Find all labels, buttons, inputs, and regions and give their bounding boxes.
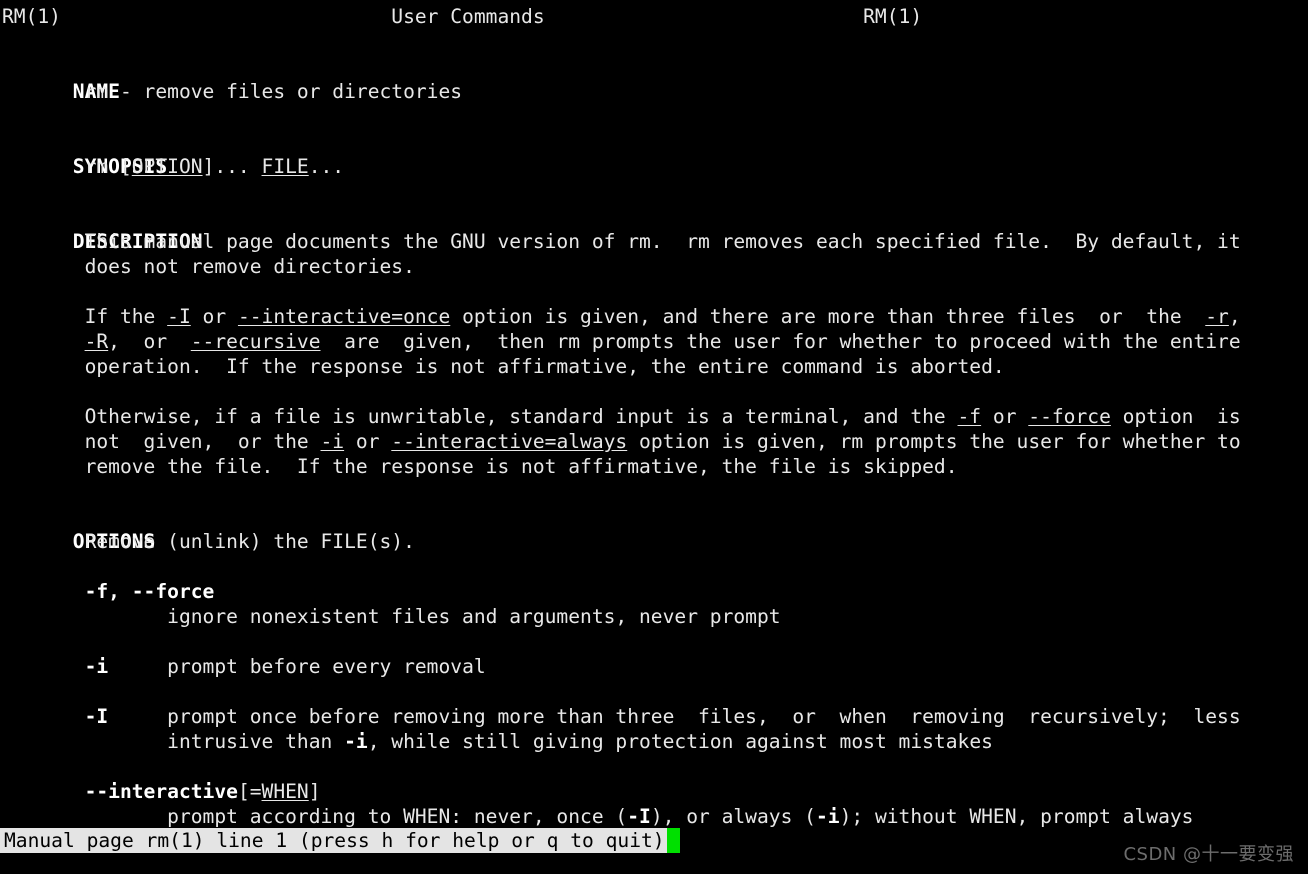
text-run: option is given, and there are more than…: [450, 305, 1206, 328]
description-para3-line1: Otherwise, if a file is unwritable, stan…: [0, 404, 1308, 429]
option-entry-interactive-flag: --interactive[=WHEN]: [0, 779, 1308, 804]
option-desc-capital-i-line1: prompt once before removing more than th…: [108, 705, 1241, 728]
man-header-line: RM(1) User Commands RM(1): [2, 5, 923, 28]
option-ref-capital-i: -I: [167, 305, 191, 328]
option-when-bracket-close: ]: [308, 780, 321, 803]
option-entry-force-flag: -f, --force: [0, 579, 1308, 604]
description-para3-line3: remove the file. If the response is not …: [2, 455, 958, 478]
section-heading-name: NAME: [0, 54, 1308, 103]
section-heading-description: DESCRIPTION: [0, 204, 1308, 253]
text-run: or: [344, 430, 392, 453]
synopsis-command: rm: [2, 155, 120, 178]
text-run: ,: [1228, 305, 1241, 328]
option-ref-lower-f: -f: [957, 405, 982, 428]
text-run: prompt according to WHEN: never, once (: [2, 805, 628, 828]
description-line-1: This manual page documents the GNU versi…: [2, 230, 1241, 253]
text-run: ), or always (: [650, 805, 816, 828]
option-flag-lower-i: -i: [84, 655, 109, 678]
option-ref-interactive-once: --interactive=once: [237, 305, 451, 328]
option-entry-capital-i-desc2: intrusive than -i, while still giving pr…: [0, 729, 1308, 754]
text-run: ); without WHEN, prompt always: [839, 805, 1194, 828]
description-para3-line2: not given, or the -i or --interactive=al…: [0, 429, 1308, 454]
option-ref-lower-i: -i: [320, 430, 345, 453]
text-run: or: [981, 405, 1029, 428]
option-ref-force: --force: [1028, 405, 1111, 428]
option-entry-force-desc: ignore nonexistent files and arguments, …: [2, 605, 781, 628]
synopsis-bracket-open: [: [119, 155, 132, 178]
option-ref-capital-i: -I: [627, 805, 651, 828]
less-status-bar[interactable]: Manual page rm(1) line 1 (press h for he…: [0, 828, 680, 853]
option-ref-interactive-always: --interactive=always: [391, 430, 628, 453]
option-ref-lower-i: -i: [344, 730, 368, 753]
option-desc-lower-i: prompt before every removal: [108, 655, 486, 678]
text-run: , or: [108, 330, 191, 353]
description-para2-line2: -R, or --recursive are given, then rm pr…: [0, 329, 1308, 354]
option-ref-recursive: --recursive: [190, 330, 321, 353]
description-para2-line1: If the -I or --interactive=once option i…: [0, 304, 1308, 329]
less-status-text: Manual page rm(1) line 1 (press h for he…: [0, 828, 667, 853]
terminal-window: RM(1) User Commands RM(1) NAME rm - remo…: [0, 0, 1308, 874]
option-entry-capital-i-flag: -I prompt once before removing more than…: [0, 704, 1308, 729]
text-run: option is: [1110, 405, 1241, 428]
options-intro: Remove (unlink) the FILE(s).: [2, 530, 415, 553]
option-entry-i-flag: -i prompt before every removal: [0, 654, 1308, 679]
text-run: intrusive than: [2, 730, 345, 753]
text-run: If the: [2, 305, 168, 328]
synopsis-ellipsis: ...: [308, 155, 345, 178]
description-para2-line3: operation. If the response is not affirm…: [2, 355, 1005, 378]
section-heading-options: OPTIONS: [0, 504, 1308, 553]
text-run: , while still giving protection against …: [367, 730, 993, 753]
text-run: Otherwise, if a file is unwritable, stan…: [2, 405, 958, 428]
synopsis-body: rm [OPTION]... FILE...: [0, 154, 1308, 179]
text-run: are given, then rm prompts the user for …: [320, 330, 1241, 353]
synopsis-bracket-close: ]...: [202, 155, 262, 178]
man-page-content[interactable]: RM(1) User Commands RM(1) NAME rm - remo…: [0, 0, 1308, 829]
section-heading-synopsis: SYNOPSIS: [0, 129, 1308, 178]
synopsis-option-token: OPTION: [131, 155, 203, 178]
option-ref-lower-r: -r: [1205, 305, 1229, 328]
csdn-watermark: CSDN @十一要变强: [1123, 844, 1294, 865]
description-line-2: does not remove directories.: [2, 255, 415, 278]
option-ref-lower-i: -i: [815, 805, 840, 828]
option-flag-force: -f, --force: [84, 580, 215, 603]
option-flag-capital-i: -I: [84, 705, 109, 728]
name-body: rm - remove files or directories: [2, 80, 463, 103]
option-flag-interactive: --interactive: [84, 780, 238, 803]
block-cursor: [666, 828, 680, 853]
text-run: or: [190, 305, 238, 328]
option-when-token: WHEN: [261, 780, 309, 803]
text-run: not given, or the: [2, 430, 321, 453]
option-when-bracket-open: [=: [237, 780, 262, 803]
synopsis-file-token: FILE: [261, 155, 309, 178]
text-run: option is given, rm prompts the user for…: [627, 430, 1241, 453]
option-entry-interactive-desc: prompt according to WHEN: never, once (-…: [0, 804, 1308, 829]
option-ref-capital-r: -R: [84, 330, 109, 353]
